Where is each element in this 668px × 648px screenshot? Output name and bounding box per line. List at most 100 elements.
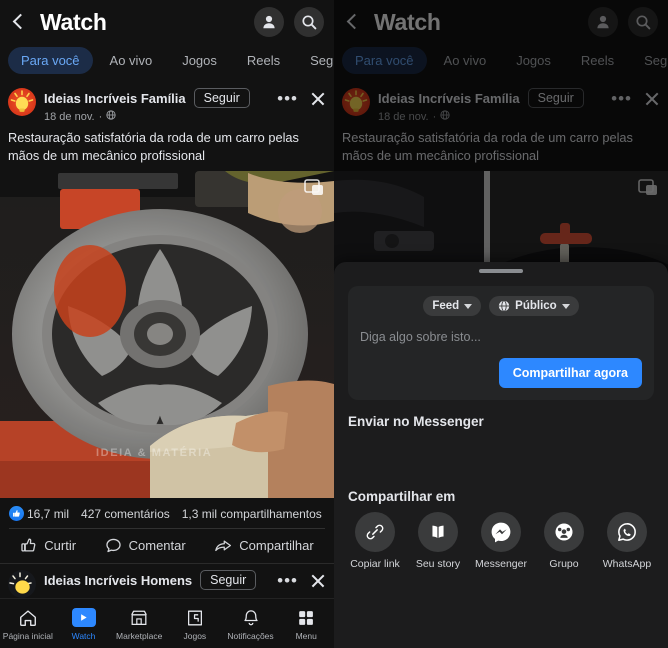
left-phone-panel: Watch Para você Ao vivo Jogos Reels Segu…	[0, 0, 334, 648]
picture-in-picture-icon[interactable]	[304, 179, 324, 197]
tab-reels[interactable]: Reels	[234, 47, 293, 74]
share-text-input[interactable]: Diga algo sobre isto...	[360, 330, 642, 344]
avatar[interactable]	[342, 88, 370, 116]
tab-ao-vivo[interactable]: Ao vivo	[431, 47, 500, 74]
gamepad-icon	[185, 607, 205, 629]
close-icon[interactable]	[310, 573, 326, 589]
tab-seguindo[interactable]: Seguindo	[297, 47, 334, 74]
tab-ao-vivo[interactable]: Ao vivo	[97, 47, 166, 74]
comment-button[interactable]: Comentar	[105, 537, 186, 554]
tab-seguindo[interactable]: Seguindo	[631, 47, 668, 74]
nav-item-home[interactable]: Página inicial	[0, 607, 56, 641]
nav-label: Notificações	[227, 630, 274, 641]
nav-label: Página inicial	[2, 630, 53, 641]
tab-reels[interactable]: Reels	[568, 47, 627, 74]
globe-icon	[440, 110, 450, 123]
avatar[interactable]	[8, 570, 36, 599]
nav-item-gaming[interactable]: Jogos	[167, 607, 223, 641]
post-text: Restauração satisfatória da roda de um c…	[8, 130, 299, 163]
page-name[interactable]: Ideias Incríveis Família	[44, 91, 186, 106]
thumbs-up-filled-icon	[9, 506, 24, 522]
grid-menu-icon	[296, 607, 316, 629]
page-title: Watch	[40, 8, 107, 35]
privacy-chip[interactable]: Público	[489, 296, 579, 316]
post-timestamp-row: 18 de nov. ·	[44, 110, 269, 123]
share-arrow-icon	[215, 540, 232, 552]
share-target-label: WhatsApp	[602, 558, 652, 570]
tab-para-voce[interactable]: Para você	[342, 46, 427, 74]
right-phone-panel: Watch Para você Ao vivo Jogos Reels Segu…	[334, 0, 668, 648]
picture-in-picture-icon[interactable]	[638, 179, 658, 197]
messenger-section-title: Enviar no Messenger	[348, 414, 484, 429]
nav-item-watch[interactable]: Watch	[56, 607, 112, 641]
globe-icon	[106, 110, 116, 123]
book-story-icon	[418, 512, 458, 552]
profile-icon[interactable]	[254, 7, 284, 37]
storefront-icon	[129, 607, 149, 629]
share-target-your-story[interactable]: Seu story	[407, 512, 469, 570]
tab-para-voce[interactable]: Para você	[8, 46, 93, 74]
like-button[interactable]: Curtir	[20, 537, 76, 554]
back-icon[interactable]	[8, 11, 30, 33]
share-target-copy-link[interactable]: Copiar link	[344, 512, 406, 570]
share-target-label: Seu story	[415, 558, 461, 570]
share-button-label: Compartilhar	[239, 538, 314, 554]
close-icon[interactable]	[310, 91, 326, 107]
ellipsis-icon[interactable]: •••	[611, 90, 632, 107]
share-count[interactable]: 1,3 mil compartilhamentos	[182, 507, 322, 521]
nav-label: Watch	[71, 630, 96, 641]
share-target-messenger[interactable]: Messenger	[470, 512, 532, 570]
back-icon[interactable]	[342, 11, 364, 33]
group-people-icon	[544, 512, 584, 552]
page-name[interactable]: Ideias Incríveis Família	[378, 91, 520, 106]
page-title: Watch	[374, 8, 441, 35]
post-header: Ideias Incríveis Família Seguir 18 de no…	[334, 82, 668, 125]
share-target-group[interactable]: Grupo	[533, 512, 595, 570]
drag-handle-icon[interactable]	[479, 269, 523, 273]
composer-chips: Feed Público	[360, 296, 642, 316]
nav-item-notifications[interactable]: Notificações	[223, 607, 279, 641]
follow-button[interactable]: Seguir	[527, 88, 584, 108]
next-post-meta: Ideias Incríveis Homens Seguir	[44, 570, 269, 591]
home-icon	[18, 607, 38, 629]
share-composer: Feed Público Diga algo sobre isto... Com…	[348, 286, 654, 400]
close-icon[interactable]	[644, 91, 660, 107]
ellipsis-icon[interactable]: •••	[277, 90, 298, 107]
post-date: 18 de nov.	[378, 110, 429, 123]
follow-button[interactable]: Seguir	[200, 570, 257, 591]
comment-count[interactable]: 427 comentários	[81, 507, 170, 521]
meta-separator: ·	[98, 110, 103, 123]
share-now-button[interactable]: Compartilhar agora	[498, 358, 642, 388]
destination-chip[interactable]: Feed	[423, 296, 482, 316]
whatsapp-icon	[607, 512, 647, 552]
chevron-down-icon	[561, 303, 570, 309]
post-text: Restauração satisfatória da roda de um c…	[342, 130, 633, 163]
search-icon[interactable]	[628, 7, 658, 37]
reaction-count-label: 16,7 mil	[27, 506, 70, 521]
follow-button[interactable]: Seguir	[193, 88, 250, 108]
comment-button-label: Comentar	[128, 538, 186, 554]
share-target-label: Messenger	[475, 558, 527, 570]
share-button[interactable]: Compartilhar	[214, 537, 314, 554]
tab-jogos[interactable]: Jogos	[503, 47, 564, 74]
video-frame	[0, 171, 334, 499]
profile-icon[interactable]	[588, 7, 618, 37]
post-meta: Ideias Incríveis Família Seguir 18 de no…	[378, 88, 603, 123]
post-header-actions: •••	[611, 88, 660, 107]
search-icon[interactable]	[294, 7, 324, 37]
ellipsis-icon[interactable]: •••	[277, 572, 298, 589]
nav-item-menu[interactable]: Menu	[278, 607, 334, 641]
like-button-label: Curtir	[44, 538, 77, 554]
tab-jogos[interactable]: Jogos	[169, 47, 230, 74]
video-player[interactable]: IDEIA & MATÉRIA	[0, 171, 334, 499]
privacy-chip-label: Público	[515, 300, 557, 312]
post-header: Ideias Incríveis Família Seguir 18 de no…	[0, 82, 334, 125]
top-bar: Watch	[0, 0, 334, 44]
nav-item-marketplace[interactable]: Marketplace	[111, 607, 167, 641]
post-meta: Ideias Incríveis Família Seguir 18 de no…	[44, 88, 269, 123]
page-name[interactable]: Ideias Incríveis Homens	[44, 573, 192, 588]
avatar[interactable]	[8, 88, 36, 116]
share-target-whatsapp[interactable]: WhatsApp	[596, 512, 658, 570]
globe-icon	[498, 300, 510, 312]
reaction-count[interactable]: 16,7 mil	[9, 506, 70, 522]
